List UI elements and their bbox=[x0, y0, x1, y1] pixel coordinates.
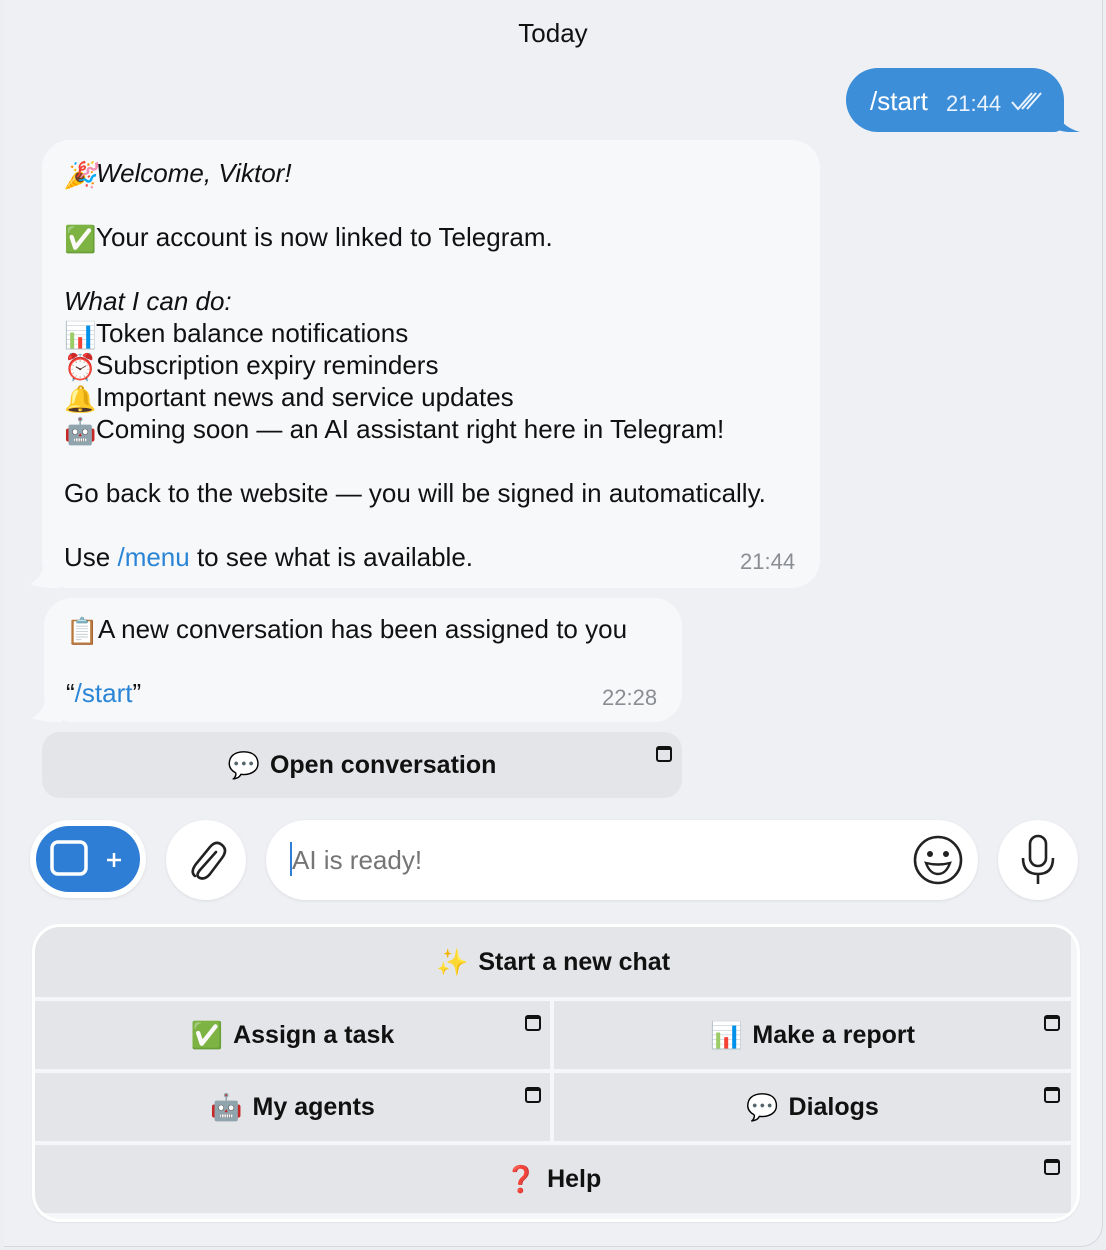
linked-line: ✅Your account is now linked to Telegram. bbox=[64, 221, 553, 255]
feature-text: Subscription expiry reminders bbox=[96, 350, 439, 380]
assigned-message-bubble: 📋A new conversation has been assigned to… bbox=[44, 598, 682, 722]
outgoing-message-time: 21:44 bbox=[946, 91, 1002, 116]
speech-bubble-icon: 💬 bbox=[746, 1091, 779, 1122]
clipboard-icon: 📋 bbox=[66, 616, 99, 647]
robot-icon: 🤖 bbox=[64, 416, 97, 447]
paperclip-icon bbox=[191, 841, 227, 880]
welcome-message-time: 21:44 bbox=[740, 549, 796, 574]
open-window-icon bbox=[1044, 1087, 1060, 1103]
quoted-command: “/start” bbox=[66, 677, 141, 709]
speech-bubble-icon: 💬 bbox=[227, 749, 260, 780]
bell-icon: 🔔 bbox=[64, 384, 97, 415]
robot-icon: 🤖 bbox=[210, 1091, 243, 1122]
help-button[interactable]: ❓ Help bbox=[35, 1145, 1071, 1213]
quote-close: ” bbox=[132, 678, 142, 708]
my-agents-label: My agents bbox=[252, 1092, 375, 1121]
quote-open: “ bbox=[66, 678, 75, 708]
reply-keyboard: ✨ Start a new chat ✅ Assign a task 📊 Mak… bbox=[32, 924, 1080, 1222]
make-report-button[interactable]: 📊 Make a report bbox=[554, 1001, 1071, 1069]
make-report-label: Make a report bbox=[752, 1020, 915, 1049]
dialogs-label: Dialogs bbox=[788, 1092, 879, 1121]
new-chat-button-fill bbox=[36, 826, 140, 892]
use-prefix: Use bbox=[64, 542, 118, 572]
voice-message-button[interactable] bbox=[998, 820, 1078, 900]
feature-text: Coming soon — an AI assistant right here… bbox=[96, 414, 725, 444]
feature-text: Token balance notifications bbox=[96, 318, 409, 348]
message-input-box[interactable] bbox=[266, 820, 978, 900]
menu-command-link[interactable]: /menu bbox=[117, 542, 189, 572]
assign-task-label: Assign a task bbox=[233, 1020, 395, 1049]
use-suffix: to see what is available. bbox=[189, 542, 474, 572]
microphone-icon bbox=[1021, 834, 1055, 884]
assign-task-button[interactable]: ✅ Assign a task bbox=[35, 1001, 550, 1069]
message-input[interactable] bbox=[290, 844, 874, 877]
my-agents-button[interactable]: 🤖 My agents bbox=[35, 1073, 550, 1141]
assigned-text: A new conversation has been assigned to … bbox=[98, 614, 628, 644]
feature-text: Important news and service updates bbox=[96, 382, 514, 412]
plus-icon bbox=[107, 853, 121, 867]
go-back-text: Go back to the website — you will be sig… bbox=[64, 478, 766, 508]
feature-item: 📊Token balance notifications bbox=[64, 317, 408, 351]
help-label: Help bbox=[547, 1164, 602, 1193]
start-new-chat-label: Start a new chat bbox=[478, 947, 671, 976]
open-conversation-button[interactable]: 💬 Open conversation bbox=[42, 732, 682, 798]
open-window-icon bbox=[1044, 1159, 1060, 1175]
check-mark-icon: ✅ bbox=[64, 224, 97, 255]
sparkles-icon: ✨ bbox=[435, 946, 469, 977]
start-command-link[interactable]: /start bbox=[75, 678, 133, 708]
question-mark-icon: ❓ bbox=[504, 1163, 538, 1194]
linked-text: Your account is now linked to Telegram. bbox=[96, 222, 553, 252]
attach-button[interactable] bbox=[166, 820, 246, 900]
open-conversation-label: Open conversation bbox=[269, 750, 497, 779]
welcome-title-line: 🎉Welcome, Viktor! bbox=[64, 157, 292, 191]
emoji-smile-icon[interactable] bbox=[912, 834, 964, 886]
welcome-message-bubble: 🎉Welcome, Viktor! ✅Your account is now l… bbox=[42, 140, 820, 588]
assigned-line: 📋A new conversation has been assigned to… bbox=[66, 613, 627, 647]
bar-chart-icon: 📊 bbox=[710, 1019, 743, 1050]
check-mark-icon: ✅ bbox=[190, 1019, 224, 1050]
open-window-icon bbox=[525, 1015, 541, 1031]
assigned-message-time: 22:28 bbox=[602, 685, 658, 710]
feature-item: ⏰Subscription expiry reminders bbox=[64, 349, 438, 383]
open-window-icon bbox=[525, 1087, 541, 1103]
can-do-heading: What I can do: bbox=[64, 286, 232, 316]
open-window-icon bbox=[656, 746, 672, 762]
start-new-chat-button[interactable]: ✨ Start a new chat bbox=[35, 927, 1071, 997]
party-popper-icon: 🎉 bbox=[64, 160, 97, 191]
welcome-title: Welcome, Viktor! bbox=[96, 158, 292, 188]
date-header: Today bbox=[518, 18, 588, 48]
dialogs-button[interactable]: 💬 Dialogs bbox=[554, 1073, 1071, 1141]
chat-window: Today /start 21:44 🎉Welcome, Viktor! ✅Yo… bbox=[4, 0, 1103, 1247]
window-icon bbox=[50, 840, 88, 876]
bar-chart-icon: 📊 bbox=[64, 320, 97, 351]
new-chat-button[interactable] bbox=[30, 820, 146, 898]
feature-item: 🔔Important news and service updates bbox=[64, 381, 514, 415]
alarm-clock-icon: ⏰ bbox=[64, 352, 97, 383]
use-menu-line: Use /menu to see what is available. bbox=[64, 541, 473, 573]
feature-item: 🤖Coming soon — an AI assistant right her… bbox=[64, 413, 724, 447]
open-window-icon bbox=[1044, 1015, 1060, 1031]
double-check-icon bbox=[1011, 92, 1042, 111]
outgoing-message-bubble: /start 21:44 bbox=[846, 68, 1064, 132]
outgoing-message-text: /start bbox=[870, 86, 928, 116]
